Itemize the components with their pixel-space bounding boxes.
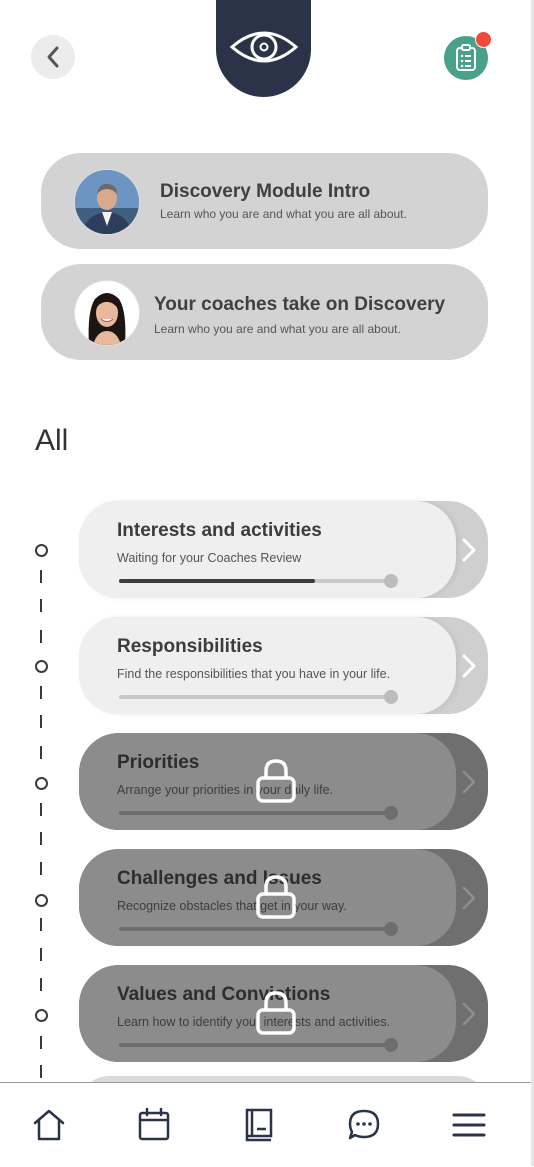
module-title: Priorities xyxy=(117,752,200,773)
chevron-left-icon xyxy=(47,46,59,68)
module-badge xyxy=(216,0,311,97)
back-button[interactable] xyxy=(31,35,75,79)
module-card-values[interactable]: Values and Convictions Learn how to iden… xyxy=(79,965,488,1062)
lock-icon xyxy=(256,875,296,919)
timeline-dash xyxy=(40,630,42,643)
intro-card-discovery[interactable]: Discovery Module Intro Learn who you are… xyxy=(41,153,488,249)
timeline-dash xyxy=(40,832,42,845)
progress-knob xyxy=(384,574,398,588)
chevron-right-icon xyxy=(462,538,476,562)
progress-bar xyxy=(119,927,391,931)
chevron-right-icon xyxy=(462,1002,476,1026)
timeline-dash xyxy=(40,1065,42,1078)
intro-card-subtitle: Learn who you are and what you are all a… xyxy=(154,322,401,336)
eye-icon xyxy=(229,31,298,62)
module-card-interests[interactable]: Interests and activities Waiting for you… xyxy=(79,501,488,598)
module-description: Arrange your priorities in your daily li… xyxy=(117,783,334,797)
lock-icon xyxy=(256,759,296,803)
calendar-icon xyxy=(138,1107,170,1141)
progress-knob xyxy=(384,922,398,936)
timeline-dash xyxy=(40,803,42,816)
notification-dot xyxy=(475,31,492,48)
intro-card-title: Your coaches take on Discovery xyxy=(154,294,446,315)
module-card-priorities[interactable]: Priorities Arrange your priorities in yo… xyxy=(79,733,488,830)
clipboard-icon xyxy=(456,44,476,71)
section-heading: All xyxy=(35,424,69,457)
timeline-dash xyxy=(40,918,42,931)
timeline-dot xyxy=(35,894,48,907)
module-title: Interests and activities xyxy=(117,520,322,541)
module-description: Find the responsibilities that you have … xyxy=(117,667,391,681)
timeline-dash xyxy=(40,978,42,991)
timeline-dot xyxy=(35,1009,48,1022)
progress-knob xyxy=(384,1038,398,1052)
timeline-dash xyxy=(40,862,42,875)
timeline-dot xyxy=(35,777,48,790)
intro-card-coaches-take[interactable]: Your coaches take on Discovery Learn who… xyxy=(41,264,488,360)
module-description: Learn how to identify your interests and… xyxy=(117,1015,391,1029)
progress-bar xyxy=(119,811,391,815)
chevron-right-icon xyxy=(462,770,476,794)
bottom-nav xyxy=(0,1082,531,1167)
chevron-right-icon xyxy=(462,654,476,678)
nav-calendar[interactable] xyxy=(134,1105,174,1145)
module-title: Values and Convictions xyxy=(117,984,331,1005)
book-icon xyxy=(245,1108,273,1142)
nav-messages[interactable] xyxy=(344,1105,384,1145)
chat-icon xyxy=(348,1109,380,1140)
progress-bar xyxy=(119,1043,391,1047)
intro-card-title: Discovery Module Intro xyxy=(160,181,371,202)
nav-journal[interactable] xyxy=(239,1105,279,1145)
progress-knob xyxy=(384,806,398,820)
coach-avatar-male xyxy=(74,169,140,235)
timeline-dash xyxy=(40,599,42,612)
nav-home[interactable] xyxy=(29,1105,69,1145)
timeline-dash xyxy=(40,1036,42,1049)
progress-bar xyxy=(119,695,391,699)
progress-bar xyxy=(119,579,391,583)
timeline-dash xyxy=(40,746,42,759)
timeline-dash xyxy=(40,686,42,699)
nav-menu[interactable] xyxy=(449,1105,489,1145)
module-status: Waiting for your Coaches Review xyxy=(117,551,302,565)
timeline-dash xyxy=(40,948,42,961)
progress-knob xyxy=(384,690,398,704)
timeline-dash xyxy=(40,570,42,583)
chevron-right-icon xyxy=(462,886,476,910)
timeline-dash xyxy=(40,715,42,728)
timeline-dot xyxy=(35,660,48,673)
module-card-challenges[interactable]: Challenges and Issues Recognize obstacle… xyxy=(79,849,488,946)
home-icon xyxy=(33,1109,65,1141)
lock-icon xyxy=(256,991,296,1035)
coach-avatar-female xyxy=(74,280,140,346)
intro-card-subtitle: Learn who you are and what you are all a… xyxy=(160,207,407,221)
module-card-responsibilities[interactable]: Responsibilities Find the responsibiliti… xyxy=(79,617,488,714)
timeline-dot xyxy=(35,544,48,557)
menu-icon xyxy=(452,1113,486,1137)
module-description: Recognize obstacles that get in your way… xyxy=(117,899,347,913)
module-title: Responsibilities xyxy=(117,636,263,657)
